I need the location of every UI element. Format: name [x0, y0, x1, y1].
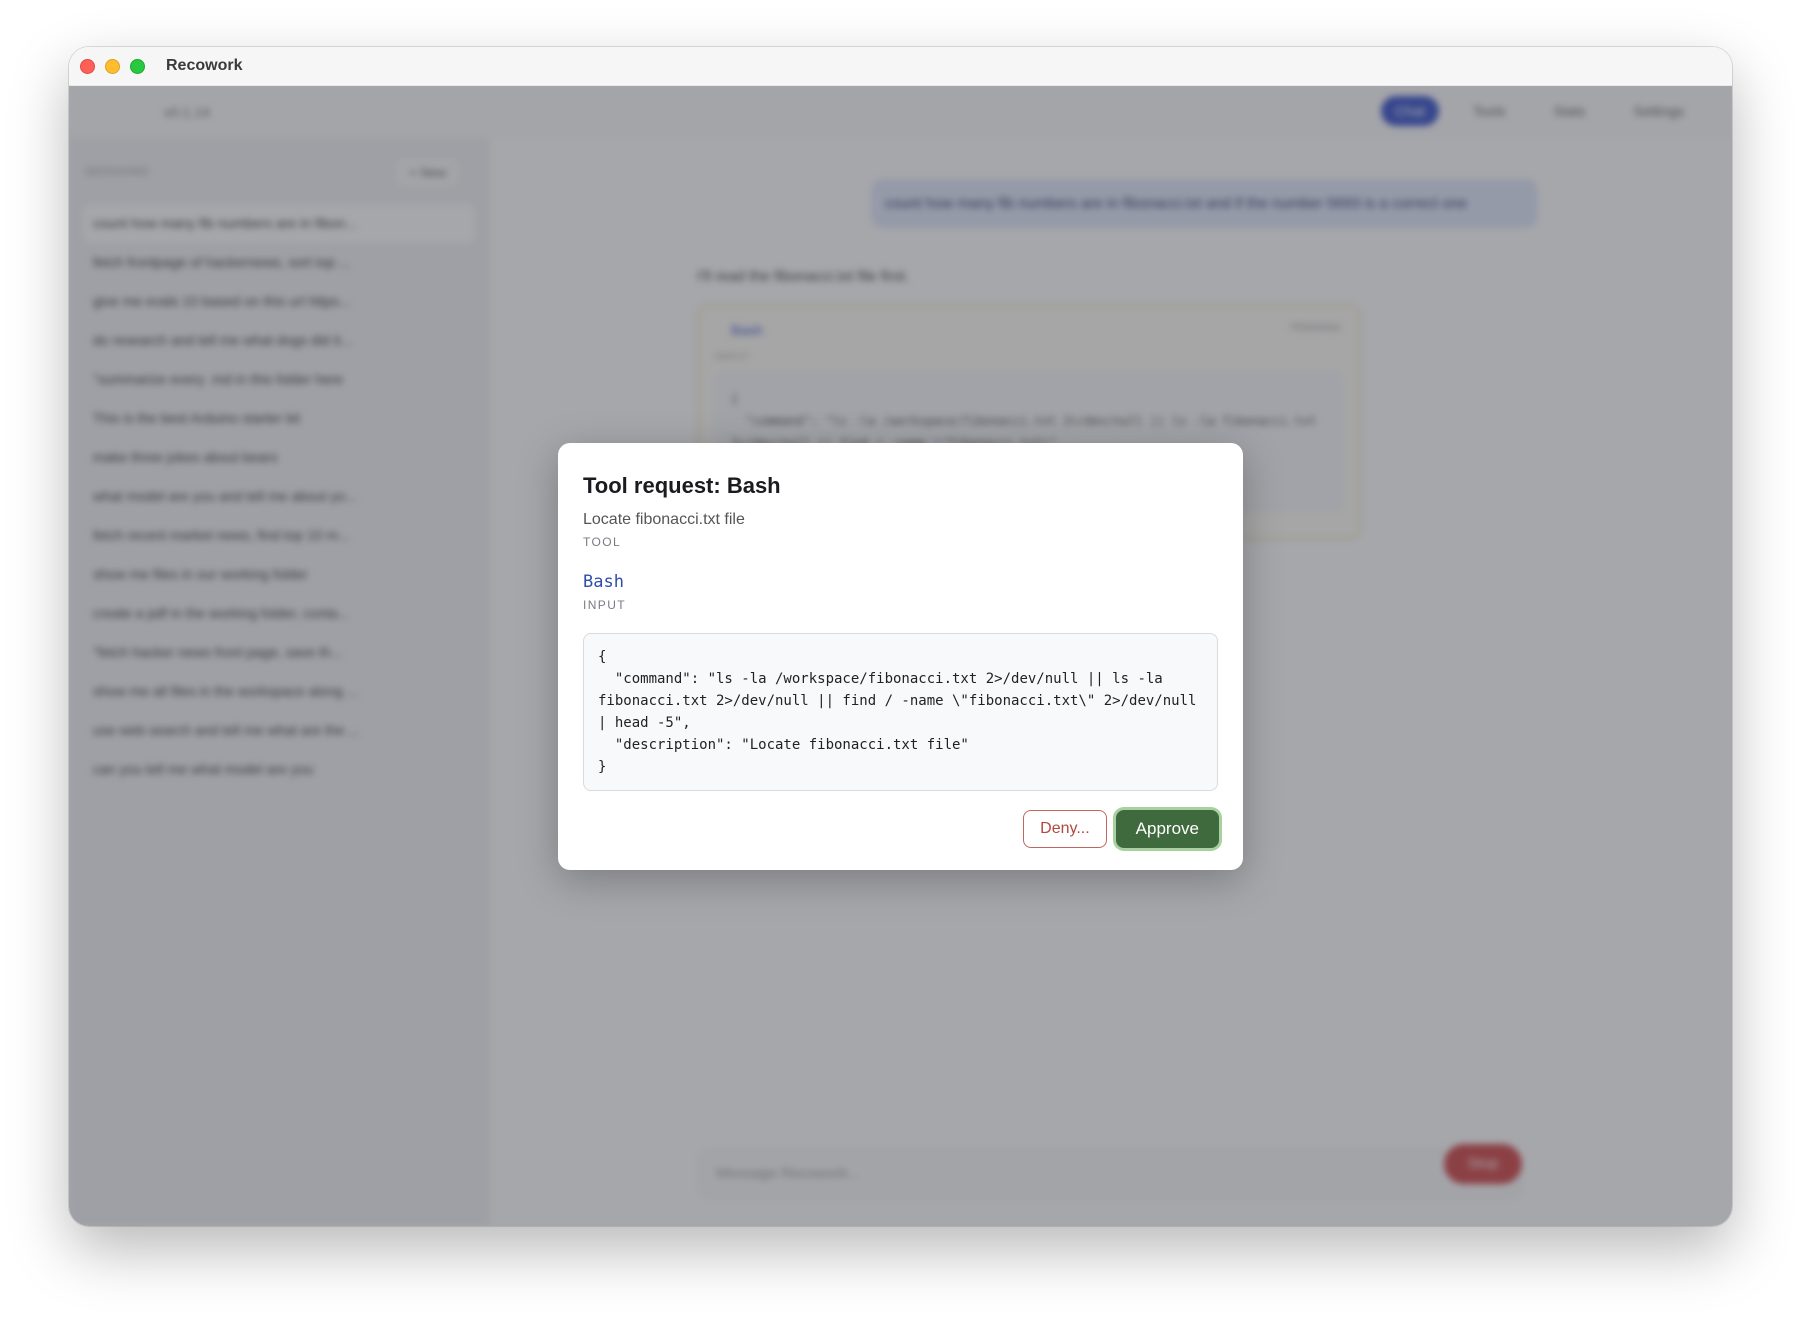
- zoom-window-button[interactable]: [130, 58, 145, 74]
- minimize-window-button[interactable]: [105, 58, 120, 74]
- titlebar: Recowork: [69, 47, 1732, 86]
- approve-button[interactable]: Approve: [1115, 810, 1219, 848]
- close-window-button[interactable]: [80, 58, 95, 74]
- traffic-lights: [80, 58, 145, 74]
- input-label: INPUT: [583, 598, 626, 612]
- dialog-title: Tool request: Bash: [583, 473, 781, 498]
- deny-button[interactable]: Deny...: [1023, 810, 1107, 848]
- tool-request-dialog: Tool request: Bash Locate fibonacci.txt …: [558, 443, 1243, 870]
- dialog-actions: Deny... Approve: [1023, 810, 1219, 848]
- tool-name: Bash: [583, 572, 624, 592]
- tool-input-code: { "command": "ls -la /workspace/fibonacc…: [583, 633, 1218, 791]
- window-title: Recowork: [166, 57, 243, 74]
- dialog-description: Locate fibonacci.txt file: [583, 511, 745, 528]
- tool-label: TOOL: [583, 535, 622, 549]
